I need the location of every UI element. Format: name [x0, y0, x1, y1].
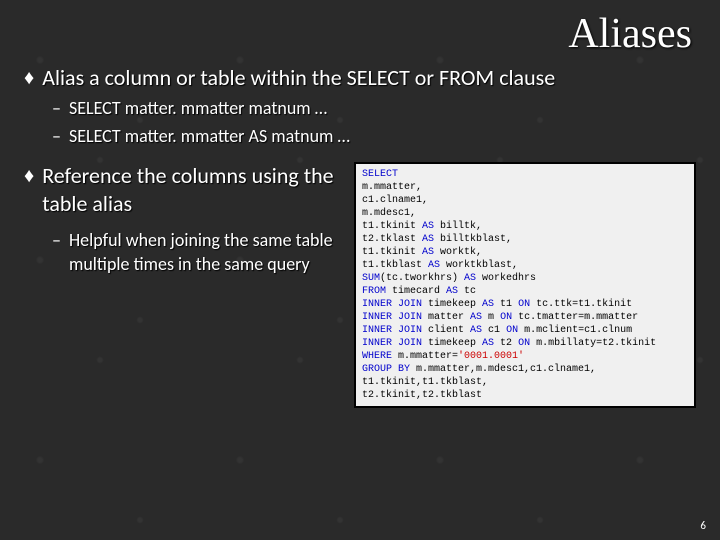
- bullet-1-sub-2-text: SELECT matter. mmatter AS matnum …: [69, 124, 350, 148]
- bullet-1-sub-2: – SELECT matter. mmatter AS matnum …: [52, 124, 696, 148]
- diamond-icon: ♦: [24, 162, 34, 190]
- bullet-1-sub-1-text: SELECT matter. mmatter matnum …: [69, 96, 327, 120]
- lower-left: ♦ Reference the columns using the table …: [24, 162, 354, 276]
- bullet-1-sub-1: – SELECT matter. mmatter matnum …: [52, 96, 696, 120]
- dash-icon: –: [52, 228, 61, 252]
- diamond-icon: ♦: [24, 64, 34, 92]
- bullet-1: ♦ Alias a column or table within the SEL…: [24, 64, 696, 92]
- bullet-2-sub-1: – Helpful when joining the same table mu…: [52, 228, 354, 276]
- page-number: 6: [700, 519, 706, 532]
- bullet-1-text: Alias a column or table within the SELEC…: [42, 64, 555, 92]
- bullet-2: ♦ Reference the columns using the table …: [24, 162, 354, 218]
- lower-row: ♦ Reference the columns using the table …: [24, 162, 696, 408]
- slide: Aliases ♦ Alias a column or table within…: [0, 0, 720, 540]
- dash-icon: –: [52, 124, 61, 148]
- slide-title: Aliases: [24, 10, 696, 58]
- dash-icon: –: [52, 96, 61, 120]
- sql-code-block: SELECT m.mmatter, c1.clname1, m.mdesc1, …: [354, 162, 696, 408]
- bullet-2-sub-1-text: Helpful when joining the same table mult…: [69, 228, 354, 276]
- bullet-2-text: Reference the columns using the table al…: [42, 162, 354, 218]
